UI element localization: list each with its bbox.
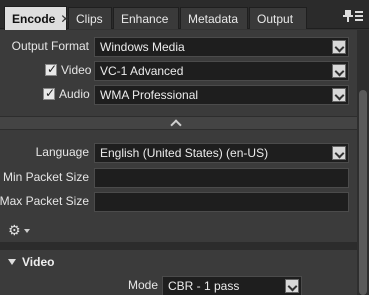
max-packet-row: Max Packet Size	[0, 190, 357, 214]
tab-output-label: Output	[257, 11, 294, 26]
section-divider	[0, 242, 357, 250]
mode-dropdown[interactable]: CBR - 1 pass	[162, 276, 302, 295]
output-format-row: Output Format Windows Media	[0, 35, 357, 59]
min-packet-row: Min Packet Size	[0, 166, 357, 190]
video-checkbox[interactable]	[45, 62, 57, 76]
video-checkbox-group: Video	[45, 62, 92, 77]
language-value: English (United States) (en-US)	[100, 146, 269, 160]
min-packet-label: Min Packet Size	[2, 170, 89, 184]
tab-metadata-label: Metadata	[188, 11, 239, 26]
audio-label: Audio	[59, 87, 90, 101]
min-packet-input[interactable]	[94, 168, 349, 188]
tab-bar: Encode ✕ Clips Enhance Metadata Output	[0, 0, 369, 30]
vertical-scrollbar[interactable]	[357, 30, 369, 295]
video-codec-value: VC-1 Advanced	[100, 64, 184, 78]
chevron-down-icon[interactable]	[332, 88, 346, 102]
chevron-down-icon[interactable]	[332, 146, 346, 160]
chevron-down-icon[interactable]	[332, 40, 346, 54]
scrollbar-thumb[interactable]	[359, 90, 367, 295]
language-row: Language English (United States) (en-US)	[0, 141, 357, 165]
tab-clips[interactable]: Clips	[68, 7, 112, 29]
tab-enhance[interactable]: Enhance	[113, 7, 179, 29]
video-section-header[interactable]: Video	[8, 255, 54, 269]
gear-icon: ⚙	[8, 222, 21, 238]
video-label: Video	[61, 63, 92, 77]
mode-label: Mode	[127, 278, 158, 292]
audio-codec-value: WMA Professional	[100, 88, 199, 102]
audio-checkbox-group: Audio	[43, 86, 90, 101]
tab-encode-label: Encode	[12, 11, 56, 26]
triangle-down-icon[interactable]	[8, 259, 16, 265]
max-packet-label: Max Packet Size	[0, 194, 89, 208]
tab-enhance-label: Enhance	[121, 11, 169, 26]
mode-row: Mode CBR - 1 pass	[0, 274, 357, 295]
video-codec-dropdown[interactable]: VC-1 Advanced	[94, 61, 349, 81]
output-format-label: Output Format	[11, 39, 89, 53]
mode-value: CBR - 1 pass	[168, 279, 240, 293]
encode-panel: Output Format Windows Media Video VC-1 A…	[0, 30, 357, 295]
tab-clips-label: Clips	[76, 11, 103, 26]
audio-codec-row: Audio WMA Professional	[0, 83, 357, 107]
chevron-down-icon[interactable]	[332, 64, 346, 78]
collapse-bar[interactable]	[0, 116, 357, 131]
chevron-up-icon[interactable]	[170, 119, 182, 131]
language-label: Language	[35, 145, 89, 159]
max-packet-input[interactable]	[94, 192, 349, 212]
tab-encode[interactable]: Encode ✕	[4, 6, 70, 30]
output-format-value: Windows Media	[100, 40, 185, 54]
language-dropdown[interactable]: English (United States) (en-US)	[94, 143, 349, 163]
video-codec-row: Video VC-1 Advanced	[0, 59, 357, 83]
pin-icon[interactable]	[343, 10, 353, 22]
tab-metadata[interactable]: Metadata	[180, 7, 248, 29]
chevron-down-icon[interactable]	[285, 279, 299, 293]
tab-output[interactable]: Output	[249, 7, 307, 29]
audio-checkbox[interactable]	[43, 86, 55, 100]
video-section-title: Video	[22, 255, 55, 269]
panel-menu-icon[interactable]	[355, 9, 367, 23]
output-format-dropdown[interactable]: Windows Media	[94, 37, 349, 57]
settings-menu-button[interactable]: ⚙	[8, 222, 38, 238]
caret-down-icon	[24, 229, 30, 233]
audio-codec-dropdown[interactable]: WMA Professional	[94, 85, 349, 105]
